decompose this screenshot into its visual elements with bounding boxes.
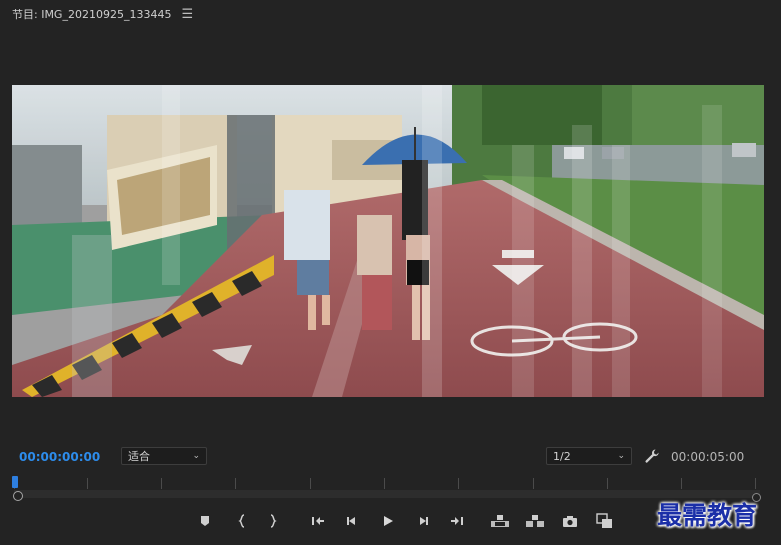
extract-icon bbox=[526, 515, 544, 527]
step-back-button[interactable] bbox=[342, 512, 362, 530]
lift-icon bbox=[491, 515, 509, 527]
watermark-logo: 最需教育 bbox=[657, 501, 758, 530]
playhead[interactable] bbox=[12, 476, 18, 488]
zoom-level-value: 适合 bbox=[128, 450, 150, 463]
go-to-in-icon bbox=[312, 517, 324, 525]
camera-icon bbox=[563, 516, 577, 527]
play-button[interactable] bbox=[378, 512, 398, 530]
chevron-down-icon: ⌄ bbox=[192, 451, 200, 461]
go-to-in-button[interactable] bbox=[308, 512, 328, 530]
duration-timecode: 00:00:05:00 bbox=[671, 450, 745, 464]
step-forward-icon bbox=[420, 517, 428, 525]
mark-out-icon bbox=[270, 514, 277, 528]
panel-header: 节目: IMG_20210925_133445 ☰ bbox=[12, 6, 193, 22]
time-ruler[interactable] bbox=[14, 476, 766, 498]
program-monitor-frame[interactable] bbox=[12, 85, 764, 397]
export-frame-button[interactable] bbox=[560, 512, 580, 530]
video-frame-image bbox=[12, 85, 764, 397]
step-forward-button[interactable] bbox=[413, 512, 433, 530]
current-timecode[interactable]: 00:00:00:00 bbox=[19, 450, 100, 464]
step-back-icon bbox=[347, 517, 355, 525]
zoom-scroll-handle-left[interactable] bbox=[13, 491, 23, 501]
mark-in-button[interactable] bbox=[232, 512, 252, 530]
zoom-level-select[interactable]: 适合 ⌄ bbox=[121, 447, 207, 465]
go-to-out-button[interactable] bbox=[447, 512, 467, 530]
extract-button[interactable] bbox=[525, 512, 545, 530]
compare-icon bbox=[596, 513, 612, 528]
lift-button[interactable] bbox=[490, 512, 510, 530]
panel-title[interactable]: 节目: IMG_20210925_133445 bbox=[12, 6, 171, 22]
marker-icon bbox=[201, 516, 209, 526]
wrench-icon[interactable] bbox=[644, 448, 660, 464]
go-to-out-icon bbox=[451, 517, 463, 525]
mark-in-icon bbox=[238, 514, 245, 528]
play-icon bbox=[384, 516, 393, 526]
compare-view-button[interactable] bbox=[595, 512, 615, 530]
chevron-down-icon: ⌄ bbox=[617, 451, 625, 461]
mark-out-button[interactable] bbox=[263, 512, 283, 530]
hamburger-menu-icon[interactable]: ☰ bbox=[181, 7, 193, 22]
zoom-scroll-bar[interactable] bbox=[14, 490, 760, 498]
playback-resolution-value: 1/2 bbox=[553, 449, 571, 463]
playback-resolution-select[interactable]: 1/2 ⌄ bbox=[546, 447, 632, 465]
add-marker-button[interactable] bbox=[195, 512, 215, 530]
